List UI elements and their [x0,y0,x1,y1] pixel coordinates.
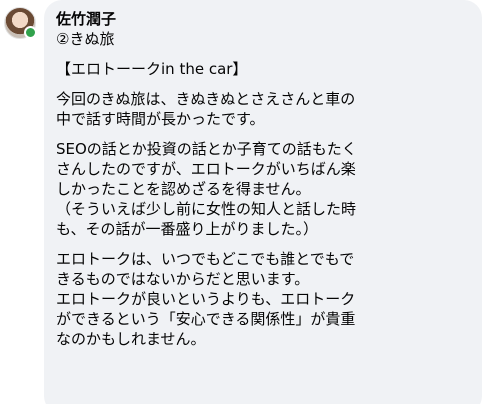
author-name[interactable]: 佐竹潤子 [56,10,470,29]
comment-paragraph-1: 今回のきぬ旅は、きぬきぬとさえさんと車の 中で話す時間が長かったです。 [56,90,356,128]
comment-thread: 佐竹潤子 ②きぬ旅 【エロトーークin the car】 今回のきぬ旅は、きぬき… [0,0,482,404]
comment-bubble: 佐竹潤子 ②きぬ旅 【エロトーークin the car】 今回のきぬ旅は、きぬき… [44,0,482,404]
online-status-dot [24,26,37,39]
comment-paragraph-2: SEOの話とか投資の話とか子育ての話もたく さんしたのですが、エロトークがいちば… [56,140,357,238]
group-tag: ②きぬ旅 [56,30,115,48]
comment-paragraph-3: エロトークは、いつでもどこでも誰とでもで きるものではないからだと思います。 エ… [56,250,356,348]
avatar-container[interactable] [4,7,37,39]
comment-paragraph-title: 【エロトーークin the car】 [56,60,248,78]
